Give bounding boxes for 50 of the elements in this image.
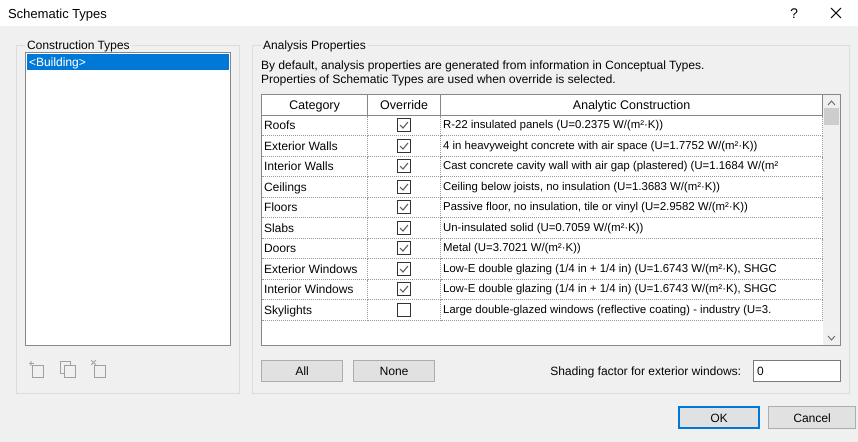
- select-button[interactable]: All: [261, 360, 343, 382]
- table-cell: Roofs: [262, 116, 368, 136]
- table-cell[interactable]: Un-insulated solid (U=0.7059 W/(m²·K)): [441, 218, 823, 238]
- table-cell[interactable]: Low-E double glazing (1/4 in + 1/4 in) (U=1.6743 W/(m²·K), SHGC: [441, 259, 823, 280]
- group-title: Analysis Properties: [262, 38, 367, 52]
- table-cell[interactable]: Passive floor, no insulation, tile or vinyl (U=2.9582 W/(m²·K)): [441, 198, 823, 218]
- scroll-thumb[interactable]: [824, 108, 839, 125]
- checkbox[interactable]: [397, 241, 411, 256]
- group-title: Construction Types: [26, 38, 130, 52]
- shading-field[interactable]: 0: [753, 360, 841, 382]
- list-item[interactable]: <Building>: [27, 54, 229, 70]
- table-cell: Doors: [262, 238, 368, 259]
- column-header[interactable]: Analytic Construction: [441, 95, 823, 116]
- table-cell[interactable]: Ceiling below joists, no insulation (U=1.3683 W/(m²·K)): [441, 177, 823, 198]
- checkbox[interactable]: [397, 282, 411, 296]
- table-cell[interactable]: Large double-glazed windows (reflective coating) - industry (U=3.: [441, 300, 823, 320]
- checkbox[interactable]: [397, 138, 411, 153]
- description-text: By default, analysis properties are generated from information in Conceptual Types. Properties of Schematic Types are used when override is selected.: [261, 58, 706, 86]
- ok-button[interactable]: OK: [678, 406, 760, 429]
- checkbox[interactable]: [397, 262, 411, 276]
- select-button[interactable]: None: [353, 360, 435, 382]
- checkbox[interactable]: [397, 180, 411, 194]
- scroll-up-icon[interactable]: [827, 100, 836, 106]
- checkbox[interactable]: [397, 302, 411, 317]
- table-cell[interactable]: Cast concrete cavity wall with air gap (plastered) (U=1.1684 W/(m²: [441, 156, 823, 177]
- window-title: Schematic Types: [8, 6, 108, 20]
- table-cell: Slabs: [262, 218, 368, 238]
- table-cell: Skylights: [262, 300, 368, 320]
- column-header[interactable]: Category: [262, 95, 368, 116]
- table-cell: Exterior Windows: [262, 259, 368, 280]
- checkbox[interactable]: [397, 200, 411, 214]
- table-cell[interactable]: R-22 insulated panels (U=0.2375 W/(m²·K)): [441, 116, 823, 136]
- table-cell[interactable]: Low-E double glazing (1/4 in + 1/4 in) (U=1.6743 W/(m²·K), SHGC: [441, 280, 823, 300]
- table-cell: Exterior Walls: [262, 136, 368, 156]
- help-button[interactable]: ?: [774, 5, 814, 21]
- scrollbar[interactable]: [823, 95, 840, 345]
- table-cell[interactable]: 4 in heavyweight concrete with air space (U=1.7752 W/(m²·K)): [441, 136, 823, 156]
- table-cell[interactable]: Metal (U=3.7021 W/(m²·K)): [441, 238, 823, 259]
- close-icon[interactable]: [830, 7, 842, 19]
- scroll-down-icon[interactable]: [827, 335, 836, 341]
- column-header[interactable]: Override: [368, 95, 441, 116]
- checkbox[interactable]: [397, 220, 411, 235]
- checkbox[interactable]: [397, 118, 411, 132]
- cancel-button[interactable]: Cancel: [768, 406, 856, 429]
- table-cell: Floors: [262, 198, 368, 218]
- table-cell: Interior Walls: [262, 156, 368, 177]
- shading-label: Shading factor for exterior windows:: [550, 364, 741, 378]
- checkbox[interactable]: [397, 159, 411, 174]
- table-cell: Ceilings: [262, 177, 368, 198]
- table-cell: Interior Windows: [262, 280, 368, 300]
